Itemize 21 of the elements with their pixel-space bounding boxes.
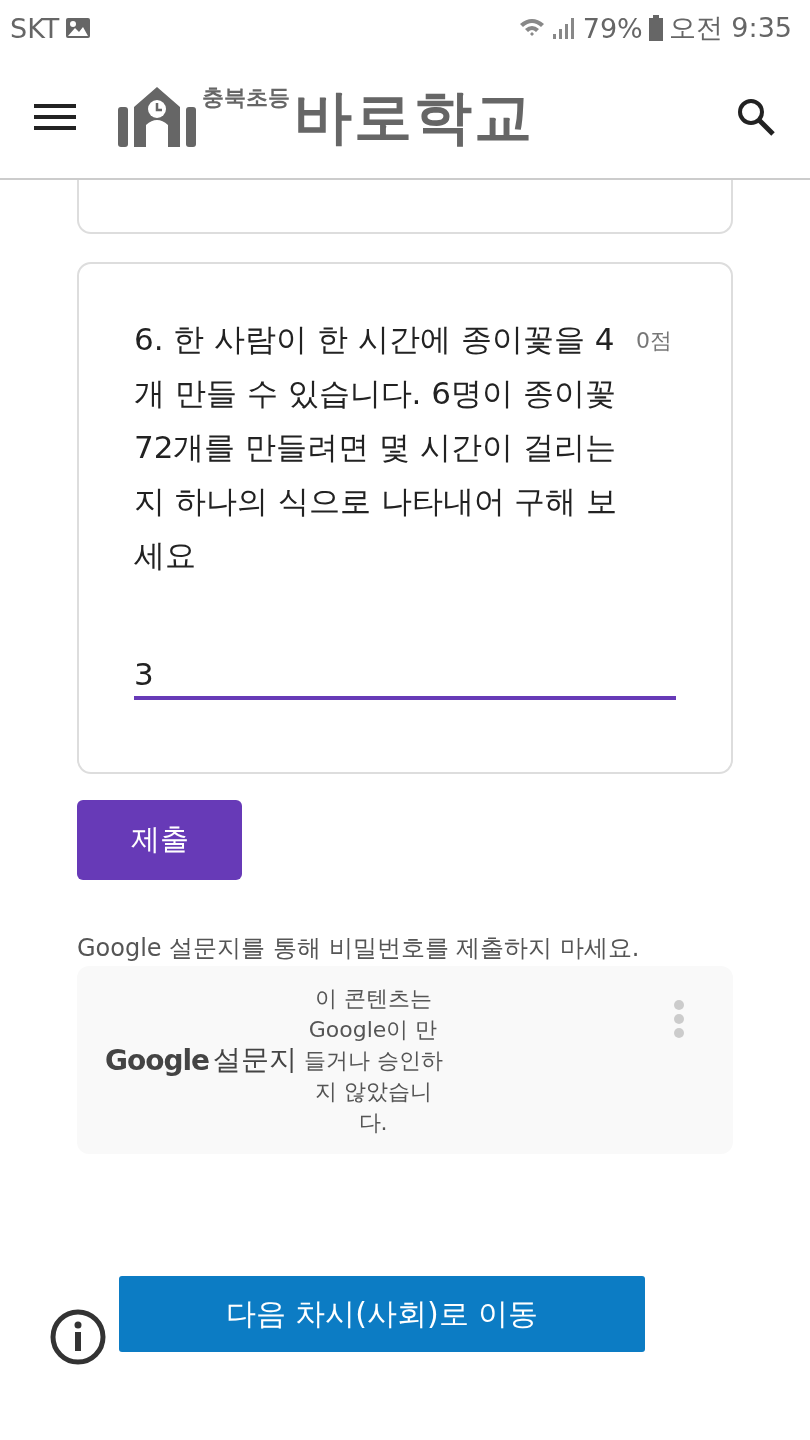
- disclaimer-text: 이 콘텐츠는 Google이 만들거나 승인하지 않았습니다.: [303, 984, 444, 1137]
- battery-icon: [648, 15, 663, 41]
- forms-logo: 설문지: [213, 1042, 298, 1078]
- signal-icon: [550, 16, 577, 40]
- answer-field[interactable]: 3: [134, 652, 676, 700]
- password-warning: Google 설문지를 통해 비밀번호를 제출하지 마세요.: [77, 933, 641, 964]
- question-text: 6. 한 사람이 한 시간에 종이꽃을 4개 만들 수 있습니다. 6명이 종이꽃 72개를 만들려면 몇 시간이 걸리는지 하나의 식으로 나타내어 구해 보세요: [134, 320, 619, 575]
- submit-button[interactable]: 제출: [77, 800, 242, 880]
- image-icon: [65, 17, 92, 39]
- search-icon[interactable]: [736, 97, 776, 137]
- next-lesson-button[interactable]: 다음 차시(사회)로 이동: [119, 1276, 645, 1352]
- school-clock-icon: [116, 85, 198, 149]
- carrier-name: SKT: [10, 12, 60, 44]
- clock: 오전 9:35: [668, 11, 792, 45]
- info-icon[interactable]: [49, 1308, 107, 1366]
- logo-subtitle: 충북초등: [202, 84, 290, 112]
- logo-title: 바로학교: [294, 85, 534, 149]
- google-logo: Google: [105, 1043, 210, 1077]
- points-label: 0점: [636, 327, 672, 355]
- menu-icon[interactable]: [34, 103, 76, 131]
- battery-percent: 79%: [582, 12, 643, 44]
